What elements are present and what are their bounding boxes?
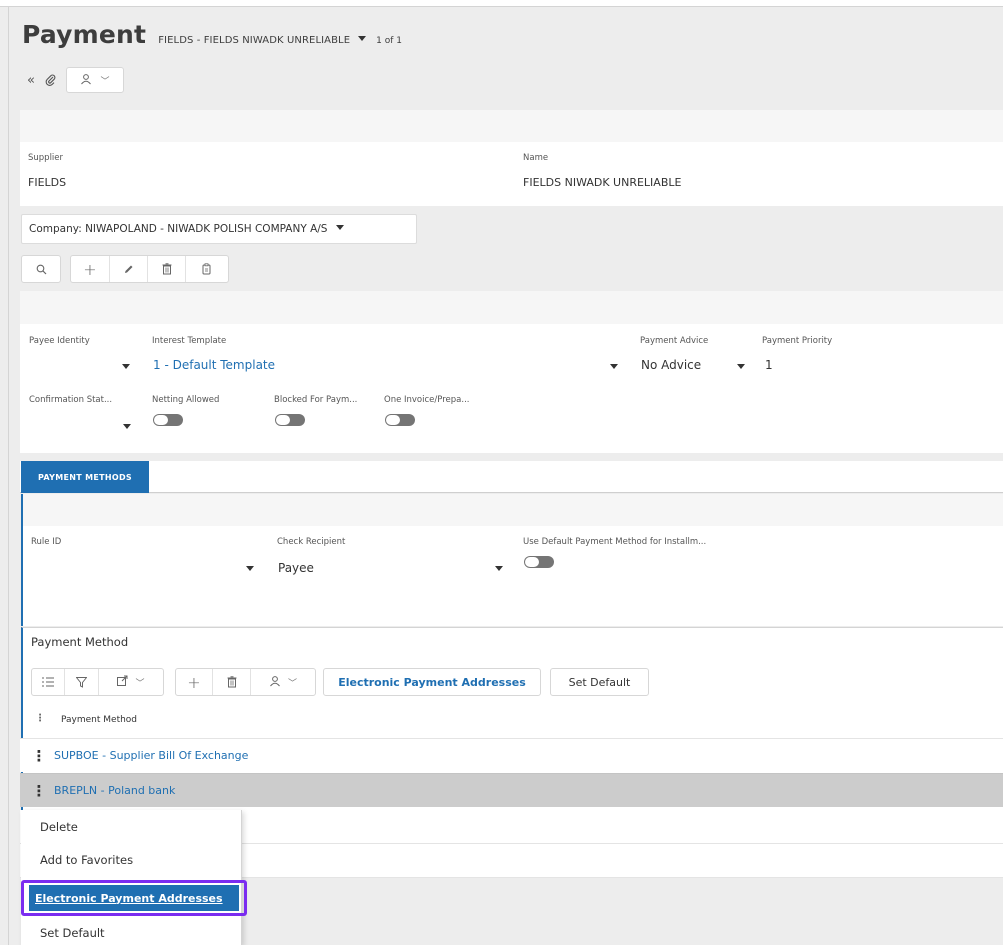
one-invoice-label: One Invoice/Prepa... bbox=[384, 395, 470, 405]
assign-dropdown-button[interactable]: ﹀ bbox=[250, 669, 315, 695]
pencil-icon[interactable] bbox=[109, 256, 147, 282]
collapse-double-chevron-icon[interactable]: « bbox=[24, 73, 38, 88]
paperclip-icon[interactable] bbox=[42, 74, 58, 86]
record-selector-caret-icon[interactable] bbox=[358, 36, 367, 41]
company-selector-label: Company: NIWAPOLAND - NIWADK POLISH COMP… bbox=[29, 223, 328, 235]
list-view-group: ﹀ bbox=[31, 668, 164, 696]
export-icon bbox=[117, 675, 128, 689]
rule-id-label: Rule ID bbox=[31, 537, 62, 547]
payment-priority-value[interactable]: 1 bbox=[765, 358, 773, 372]
page-header: Payment FIELDS - FIELDS NIWADK UNRELIABL… bbox=[22, 20, 402, 49]
export-dropdown-button[interactable]: ﹀ bbox=[98, 669, 163, 695]
plus-icon[interactable]: + bbox=[71, 256, 109, 282]
search-icon[interactable] bbox=[22, 256, 60, 282]
person-assign-icon bbox=[80, 73, 92, 88]
payment-method-cell[interactable]: BREPLN - Poland bank bbox=[54, 784, 175, 797]
name-label: Name bbox=[523, 153, 549, 163]
chevron-down-icon: ﹀ bbox=[100, 76, 110, 87]
copy-icon[interactable] bbox=[185, 256, 228, 282]
record-count: 1 of 1 bbox=[376, 36, 403, 46]
payment-advice-label: Payment Advice bbox=[640, 336, 709, 346]
use-default-label: Use Default Payment Method for Installm.… bbox=[523, 537, 707, 547]
payment-advice-dropdown-icon[interactable] bbox=[737, 364, 745, 369]
netting-allowed-toggle[interactable] bbox=[153, 414, 183, 426]
supplier-value: FIELDS bbox=[28, 176, 67, 189]
confirmation-status-label: Confirmation Stat... bbox=[29, 395, 113, 405]
check-recipient-label: Check Recipient bbox=[277, 537, 346, 547]
interest-template-label: Interest Template bbox=[152, 336, 227, 346]
blocked-for-payment-label: Blocked For Paym... bbox=[274, 395, 358, 405]
menu-item-delete[interactable]: Delete bbox=[21, 812, 242, 842]
delete-row-icon[interactable] bbox=[212, 669, 250, 695]
name-value: FIELDS NIWADK UNRELIABLE bbox=[523, 176, 682, 189]
netting-allowed-label: Netting Allowed bbox=[152, 395, 220, 405]
row-menu-icon[interactable]: ⋮ bbox=[28, 782, 50, 800]
payment-advice-value[interactable]: No Advice bbox=[641, 358, 701, 372]
person-assign-icon bbox=[269, 675, 281, 690]
interest-template-dropdown-icon[interactable] bbox=[610, 364, 618, 369]
window-left-edge bbox=[8, 7, 9, 945]
table-row-selected[interactable]: ⋮ BREPLN - Poland bank bbox=[20, 773, 1003, 807]
table-row[interactable]: ⋮ SUPBOE - Supplier Bill Of Exchange bbox=[20, 738, 1003, 772]
header-toolbar: « ﹀ bbox=[24, 67, 124, 93]
one-invoice-toggle[interactable] bbox=[385, 414, 415, 426]
row-context-menu: Delete Add to Favorites Set Default bbox=[21, 810, 242, 945]
company-selector[interactable]: Company: NIWAPOLAND - NIWADK POLISH COMP… bbox=[21, 214, 417, 244]
chevron-down-icon: ﹀ bbox=[287, 678, 297, 689]
menu-item-add-to-favorites[interactable]: Add to Favorites bbox=[21, 845, 242, 875]
add-row-icon[interactable]: + bbox=[176, 669, 212, 695]
rule-id-dropdown-icon[interactable] bbox=[246, 566, 254, 571]
supplier-label: Supplier bbox=[28, 153, 64, 163]
supplier-card-header bbox=[20, 110, 1003, 142]
menu-item-electronic-payment-addresses[interactable]: Electronic Payment Addresses bbox=[29, 885, 239, 911]
tab-bar bbox=[20, 461, 1003, 493]
assign-dropdown-button[interactable]: ﹀ bbox=[66, 67, 124, 93]
window-top-edge bbox=[0, 0, 1003, 7]
company-caret-icon bbox=[336, 224, 345, 230]
details-card-header bbox=[20, 291, 1003, 324]
confirmation-status-dropdown-icon[interactable] bbox=[123, 424, 131, 429]
chevron-down-icon: ﹀ bbox=[135, 678, 145, 689]
check-recipient-value[interactable]: Payee bbox=[278, 561, 314, 575]
tab-payment-methods[interactable]: PAYMENT METHODS bbox=[21, 461, 149, 493]
record-selector[interactable]: FIELDS - FIELDS NIWADK UNRELIABLE bbox=[158, 35, 350, 46]
page-title: Payment bbox=[22, 20, 147, 49]
blocked-for-payment-toggle[interactable] bbox=[275, 414, 305, 426]
column-options-icon[interactable]: ⋮ bbox=[35, 713, 45, 724]
trash-icon[interactable] bbox=[147, 256, 185, 282]
payment-priority-label: Payment Priority bbox=[762, 336, 833, 346]
payment-methods-card-header bbox=[23, 494, 1003, 526]
menu-item-set-default[interactable]: Set Default bbox=[21, 918, 242, 945]
list-settings-icon[interactable] bbox=[32, 669, 64, 695]
list-action-group: + ﹀ bbox=[175, 668, 316, 696]
set-default-button[interactable]: Set Default bbox=[550, 668, 649, 696]
check-recipient-dropdown-icon[interactable] bbox=[495, 566, 503, 571]
menu-item-highlight-box: Electronic Payment Addresses bbox=[21, 880, 247, 916]
filter-icon[interactable] bbox=[64, 669, 98, 695]
payee-identity-dropdown-icon[interactable] bbox=[122, 364, 130, 369]
record-action-group: + bbox=[70, 255, 229, 283]
row-menu-icon[interactable]: ⋮ bbox=[28, 747, 50, 765]
payment-method-section-title: Payment Method bbox=[31, 635, 129, 649]
use-default-toggle[interactable] bbox=[524, 556, 554, 568]
payee-identity-label: Payee Identity bbox=[29, 336, 90, 346]
electronic-payment-addresses-button[interactable]: Electronic Payment Addresses bbox=[323, 668, 541, 696]
interest-template-value[interactable]: 1 - Default Template bbox=[153, 358, 275, 372]
search-button-group bbox=[21, 255, 61, 283]
payment-method-cell[interactable]: SUPBOE - Supplier Bill Of Exchange bbox=[54, 749, 248, 762]
column-header-payment-method[interactable]: Payment Method bbox=[61, 715, 137, 725]
